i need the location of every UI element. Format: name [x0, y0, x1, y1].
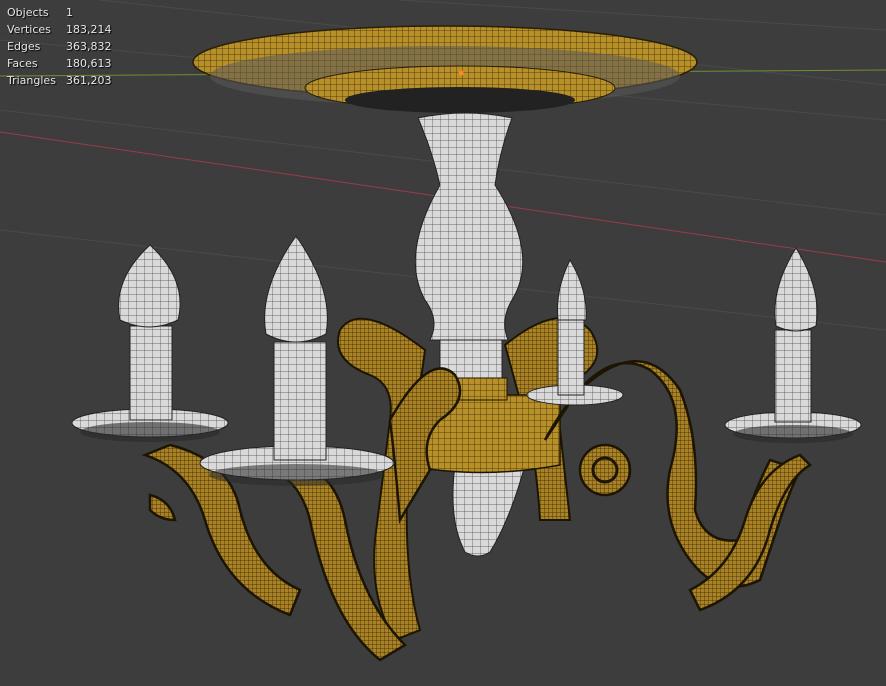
- candle-far-left[interactable]: [71, 244, 229, 442]
- stat-row-objects: Objects 1: [7, 4, 112, 21]
- origin-point: [458, 70, 464, 76]
- lower-stem[interactable]: [452, 464, 526, 557]
- stat-value: 361,203: [66, 74, 112, 87]
- stat-label: Faces: [7, 57, 38, 70]
- stat-label: Edges: [7, 40, 41, 53]
- stat-row-vertices: Vertices 183,214: [7, 21, 112, 38]
- stat-row-faces: Faces 180,613: [7, 55, 112, 72]
- stat-value: 180,613: [66, 57, 112, 70]
- stat-value: 1: [66, 6, 73, 19]
- stat-label: Objects: [7, 6, 49, 19]
- candle-far-right[interactable]: [724, 247, 862, 443]
- stat-label: Vertices: [7, 23, 51, 36]
- stat-label: Triangles: [7, 74, 56, 87]
- scene-statistics-overlay: Objects 1 Vertices 183,214 Edges 363,832…: [7, 4, 112, 89]
- central-stem[interactable]: [414, 112, 524, 341]
- stat-row-edges: Edges 363,832: [7, 38, 112, 55]
- stat-value: 183,214: [66, 23, 112, 36]
- stat-row-triangles: Triangles 361,203: [7, 72, 112, 89]
- 3d-viewport[interactable]: [0, 0, 886, 686]
- stat-value: 363,832: [66, 40, 112, 53]
- ceiling-plate[interactable]: [192, 25, 698, 113]
